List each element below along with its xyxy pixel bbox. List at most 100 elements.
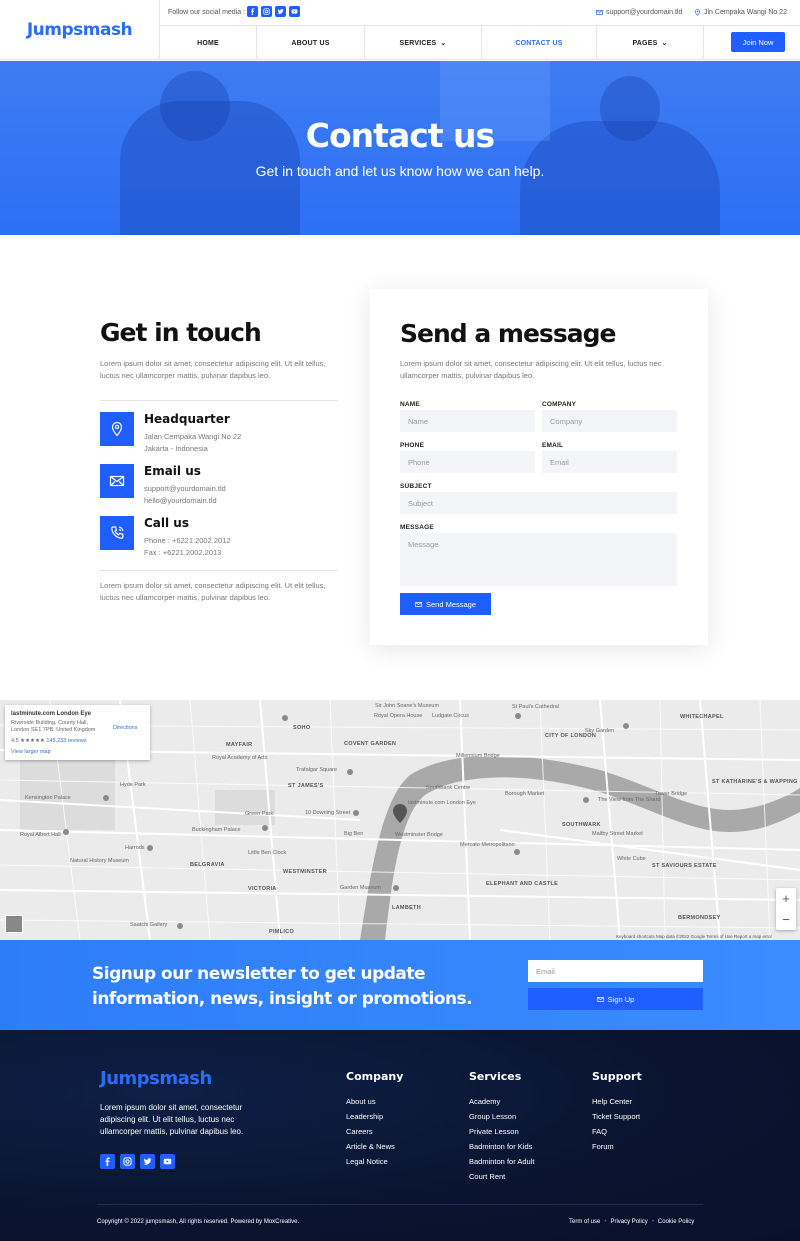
mail-icon: [596, 996, 604, 1002]
info-line[interactable]: support@yourdomain.tld: [144, 484, 226, 493]
sign-up-button[interactable]: Sign Up: [528, 988, 703, 1010]
map-label: Royal Academy of Arts: [212, 755, 268, 761]
youtube-icon[interactable]: [160, 1154, 175, 1169]
footer-link[interactable]: Legal Notice: [346, 1154, 403, 1169]
info-email: Email us support@yourdomain.tld hello@yo…: [100, 464, 340, 508]
map-label: Borough Market: [505, 791, 545, 797]
footer-link[interactable]: FAQ: [592, 1124, 642, 1139]
map-label: ST SAVIOURS ESTATE: [652, 863, 717, 869]
twitter-icon[interactable]: [140, 1154, 155, 1169]
send-message-label: Send Message: [425, 599, 477, 609]
info-line: Phone : +6221.2002.2012: [144, 536, 231, 545]
email-field[interactable]: Email: [542, 451, 677, 473]
map-thumbnail[interactable]: [5, 915, 23, 933]
info-heading: Call us: [144, 516, 189, 530]
get-in-touch-title: Get in touch: [100, 318, 262, 347]
nav-services[interactable]: SERVICES ⌄: [365, 26, 482, 60]
get-in-touch-footer-text: Lorem ipsum dolor sit amet, consectetur …: [100, 581, 326, 602]
subject-field[interactable]: Subject: [400, 492, 677, 514]
directions-link[interactable]: Directions: [113, 725, 137, 731]
cookie-policy-link[interactable]: Cookie Policy: [658, 1219, 694, 1225]
join-now-button[interactable]: Join Now: [731, 32, 785, 52]
twitter-icon[interactable]: [275, 6, 286, 17]
info-heading: Headquarter: [144, 412, 230, 426]
footer-link[interactable]: Badminton for Kids: [469, 1139, 534, 1154]
topbar-email-text: support@yourdomain.tld: [606, 9, 683, 16]
topbar-email[interactable]: support@yourdomain.tld: [596, 9, 682, 16]
contact-form-card: Send a message Lorem ipsum dolor sit ame…: [370, 289, 708, 645]
footer-link[interactable]: Careers: [346, 1124, 403, 1139]
youtube-icon[interactable]: [289, 6, 300, 17]
footer-link[interactable]: Article & News: [346, 1139, 403, 1154]
form-title: Send a message: [400, 319, 616, 348]
newsletter-section: Signup our newsletter to get update info…: [0, 940, 800, 1030]
footer-link[interactable]: About us: [346, 1094, 403, 1109]
zoom-out-button[interactable]: −: [776, 909, 796, 930]
separator-dot: •: [651, 1219, 654, 1225]
embedded-map[interactable]: lastminute.com London Eye Riverside Buil…: [0, 700, 800, 940]
footer-link[interactable]: Court Rent: [469, 1169, 534, 1184]
footer-link[interactable]: Help Center: [592, 1094, 642, 1109]
footer-link[interactable]: Academy: [469, 1094, 534, 1109]
term-of-use-link[interactable]: Term of use: [569, 1219, 600, 1225]
map-label: Sky Garden: [585, 728, 615, 734]
name-field[interactable]: Name: [400, 410, 535, 432]
map-reviews[interactable]: 145,233 reviews: [46, 738, 86, 744]
follow-label: Follow our social media :: [168, 9, 246, 16]
map-label: Sir John Soane's Museum: [375, 703, 440, 709]
get-in-touch-desc: Lorem ipsum dolor sit amet, consectetur …: [100, 359, 326, 380]
message-textarea[interactable]: Message: [400, 533, 677, 586]
info-line: Fax : +6221.2002.2013: [144, 548, 222, 557]
site-header: Jumpsmash Follow our social media : supp…: [0, 0, 800, 60]
site-footer: Jumpsmash Lorem ipsum dolor sit amet, co…: [0, 1030, 800, 1241]
company-field[interactable]: Company: [542, 410, 677, 432]
nav-about[interactable]: ABOUT US: [257, 26, 365, 60]
info-line[interactable]: hello@yourdomain.tld: [144, 496, 217, 505]
map-label: ST KATHARINE'S & WAPPING: [712, 779, 798, 785]
chevron-down-icon: ⌄: [440, 40, 447, 47]
facebook-icon[interactable]: [100, 1154, 115, 1169]
nav-home[interactable]: HOME: [160, 26, 257, 60]
phone-icon: [100, 516, 134, 550]
copyright: Copyright © 2022 jumpsmash, All rights r…: [97, 1219, 300, 1225]
footer-link[interactable]: Badminton for Adult: [469, 1154, 534, 1169]
nav-pages[interactable]: PAGES ⌄: [597, 26, 704, 60]
footer-link[interactable]: Group Lesson: [469, 1109, 534, 1124]
footer-logo[interactable]: Jumpsmash: [100, 1068, 212, 1089]
map-label: PIMLICO: [269, 929, 295, 935]
map-label: WHITECHAPEL: [680, 714, 724, 720]
mail-icon: [415, 601, 422, 607]
hero-title: Contact us: [305, 116, 495, 155]
map-label: BERMONDSEY: [678, 915, 721, 921]
newsletter-email-field[interactable]: Email: [528, 960, 703, 982]
map-label: ST JAMES'S: [288, 783, 324, 789]
footer-link[interactable]: Ticket Support: [592, 1109, 642, 1124]
footer-link[interactable]: Private Lesson: [469, 1124, 534, 1139]
footer-link[interactable]: Leadership: [346, 1109, 403, 1124]
view-larger-map-link[interactable]: View larger map: [11, 749, 51, 755]
divider: [100, 570, 338, 571]
mail-icon: [596, 10, 603, 15]
subject-label: SUBJECT: [400, 483, 432, 490]
phone-field[interactable]: Phone: [400, 451, 535, 473]
footer-link[interactable]: Forum: [592, 1139, 642, 1154]
topbar-address: Jln Cempaka Wangi No 22: [694, 9, 787, 16]
map-rating: 4.5 ★★★★★: [11, 738, 45, 744]
footer-col-title: Services: [469, 1070, 522, 1083]
nav-contact[interactable]: CONTACT US: [482, 26, 597, 60]
privacy-policy-link[interactable]: Privacy Policy: [610, 1219, 647, 1225]
name-label: NAME: [400, 401, 420, 408]
facebook-icon[interactable]: [247, 6, 258, 17]
logo-container[interactable]: Jumpsmash: [0, 0, 160, 60]
map-footer: Keyboard shortcuts Map data ©2022 Google…: [616, 934, 773, 939]
logo[interactable]: Jumpsmash: [27, 20, 133, 40]
zoom-in-button[interactable]: +: [776, 888, 796, 909]
info-call: Call us Phone : +6221.2002.2012 Fax : +6…: [100, 516, 340, 560]
separator-dot: •: [604, 1219, 607, 1225]
footer-desc: Lorem ipsum dolor sit amet, consectetur …: [100, 1103, 244, 1136]
map-label: Buckingham Palace: [192, 827, 241, 833]
instagram-icon[interactable]: [120, 1154, 135, 1169]
divider: [100, 400, 338, 401]
send-message-button[interactable]: Send Message: [400, 593, 491, 615]
instagram-icon[interactable]: [261, 6, 272, 17]
